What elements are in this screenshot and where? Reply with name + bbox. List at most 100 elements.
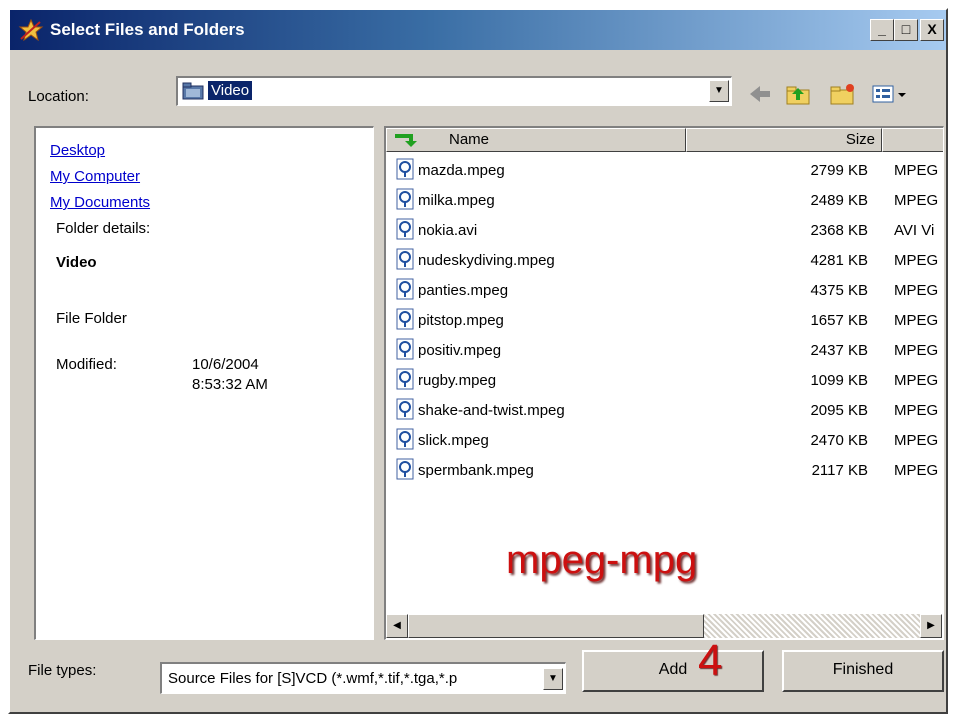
back-arrow-icon[interactable] xyxy=(746,82,774,106)
media-file-icon xyxy=(396,428,414,450)
media-file-icon xyxy=(396,398,414,420)
location-combobox[interactable]: Video ▼ xyxy=(176,76,732,106)
file-type: MPEG xyxy=(894,432,939,449)
finished-button-label: Finished xyxy=(832,661,894,678)
file-size: 2368 KB xyxy=(810,222,868,239)
file-name: slick.mpeg xyxy=(418,432,489,449)
scroll-left-button[interactable]: ◀ xyxy=(386,614,408,638)
file-name: nudeskydiving.mpeg xyxy=(418,252,555,269)
media-file-icon xyxy=(396,368,414,390)
file-row[interactable]: nudeskydiving.mpeg 4281 KB MPEG xyxy=(386,246,943,276)
file-name: panties.mpeg xyxy=(418,282,509,299)
scroll-right-button[interactable]: ▶ xyxy=(920,614,942,638)
title-bar[interactable]: Select Files and Folders _ □ X xyxy=(10,10,946,50)
new-folder-icon[interactable] xyxy=(828,82,856,106)
file-type: MPEG xyxy=(894,312,939,329)
column-header-size[interactable]: Size xyxy=(686,128,882,152)
file-list-pane[interactable]: Name Size mazda.mpeg 2799 KB MPEG milka.mpe… xyxy=(384,126,944,640)
file-type: MPEG xyxy=(894,282,939,299)
file-row[interactable]: milka.mpeg 2489 KB MPEG xyxy=(386,186,943,216)
place-link-desktop[interactable]: Desktop xyxy=(50,142,105,159)
file-row[interactable]: spermbank.mpeg 2117 KB MPEG xyxy=(386,456,943,486)
folder-details-label: Folder details: xyxy=(56,220,151,237)
location-dropdown-button[interactable]: ▼ xyxy=(709,80,729,102)
file-types-dropdown-button[interactable]: ▼ xyxy=(543,668,563,690)
select-files-dialog: Select Files and Folders _ □ X Location:… xyxy=(8,8,948,714)
file-size: 2799 KB xyxy=(810,162,868,179)
app-star-icon xyxy=(18,19,44,41)
file-row[interactable]: panties.mpeg 4375 KB MPEG xyxy=(386,276,943,306)
file-row[interactable]: shake-and-twist.mpeg 2095 KB MPEG xyxy=(386,396,943,426)
file-name: rugby.mpeg xyxy=(418,372,497,389)
file-name: nokia.avi xyxy=(418,222,478,239)
maximize-button[interactable]: □ xyxy=(894,19,918,41)
media-file-icon xyxy=(396,338,414,360)
folder-type: File Folder xyxy=(56,310,127,327)
file-types-value: Source Files for [S]VCD (*.wmf,*.tif,*.t… xyxy=(168,670,458,687)
file-type: MPEG xyxy=(894,192,939,209)
file-type: MPEG xyxy=(894,162,939,179)
add-button[interactable]: Add xyxy=(582,650,764,692)
media-file-icon xyxy=(396,308,414,330)
file-row[interactable]: mazda.mpeg 2799 KB MPEG xyxy=(386,156,943,186)
file-name: pitstop.mpeg xyxy=(418,312,504,329)
file-size: 2437 KB xyxy=(810,342,868,359)
file-size: 4375 KB xyxy=(810,282,868,299)
file-type: MPEG xyxy=(894,402,939,419)
file-row[interactable]: nokia.avi 2368 KB AVI Vi xyxy=(386,216,943,246)
media-file-icon xyxy=(396,218,414,240)
folder-name: Video xyxy=(56,254,97,271)
file-type: MPEG xyxy=(894,372,939,389)
scroll-thumb[interactable] xyxy=(408,614,704,638)
media-file-icon xyxy=(396,188,414,210)
file-name: positiv.mpeg xyxy=(418,342,502,359)
file-row[interactable]: rugby.mpeg 1099 KB MPEG xyxy=(386,366,943,396)
media-file-icon xyxy=(396,248,414,270)
file-size: 2489 KB xyxy=(810,192,868,209)
close-button[interactable]: X xyxy=(920,19,944,41)
place-link-my-documents[interactable]: My Documents xyxy=(50,194,150,211)
file-type: MPEG xyxy=(894,342,939,359)
window-title: Select Files and Folders xyxy=(50,20,245,39)
file-row[interactable]: pitstop.mpeg 1657 KB MPEG xyxy=(386,306,943,336)
column-header-name[interactable]: Name xyxy=(386,128,686,152)
view-menu-icon[interactable] xyxy=(870,82,910,106)
file-size: 1657 KB xyxy=(810,312,868,329)
file-type: AVI Vi xyxy=(894,222,935,239)
horizontal-scrollbar[interactable]: ◀ ▶ xyxy=(386,614,942,638)
column-name-label: Name xyxy=(449,131,490,148)
media-file-icon xyxy=(396,158,414,180)
file-row[interactable]: slick.mpeg 2470 KB MPEG xyxy=(386,426,943,456)
file-name: spermbank.mpeg xyxy=(418,462,534,479)
add-button-label: Add xyxy=(658,661,688,678)
file-size: 2470 KB xyxy=(810,432,868,449)
video-folder-icon xyxy=(182,82,204,100)
file-size: 2117 KB xyxy=(811,462,868,479)
step-number: 4 xyxy=(698,636,723,685)
column-header-type[interactable] xyxy=(882,128,943,152)
file-name: milka.mpeg xyxy=(418,192,495,209)
media-file-icon xyxy=(396,458,414,480)
up-folder-icon[interactable] xyxy=(784,82,812,106)
places-pane: Desktop My Computer My Documents Folder … xyxy=(34,126,374,640)
file-type: MPEG xyxy=(894,462,939,479)
place-link-my-computer[interactable]: My Computer xyxy=(50,168,140,185)
file-name: mazda.mpeg xyxy=(418,162,505,179)
file-size: 4281 KB xyxy=(810,252,868,269)
file-name: shake-and-twist.mpeg xyxy=(418,402,565,419)
location-value: Video xyxy=(208,81,253,100)
file-type: MPEG xyxy=(894,252,939,269)
media-file-icon xyxy=(396,278,414,300)
location-label: Location: xyxy=(28,88,89,105)
file-size: 1099 KB xyxy=(810,372,868,389)
file-types-combobox[interactable]: Source Files for [S]VCD (*.wmf,*.tif,*.t… xyxy=(160,662,566,694)
format-caption: mpeg-mpg xyxy=(506,538,698,582)
modified-date: 10/6/2004 xyxy=(192,356,259,373)
minimize-button[interactable]: _ xyxy=(870,19,894,41)
file-types-label: File types: xyxy=(28,662,97,679)
file-row[interactable]: positiv.mpeg 2437 KB MPEG xyxy=(386,336,943,366)
finished-button[interactable]: Finished xyxy=(782,650,944,692)
file-size: 2095 KB xyxy=(810,402,868,419)
modified-time: 8:53:32 AM xyxy=(192,376,268,393)
sort-arrow-icon xyxy=(395,134,417,147)
